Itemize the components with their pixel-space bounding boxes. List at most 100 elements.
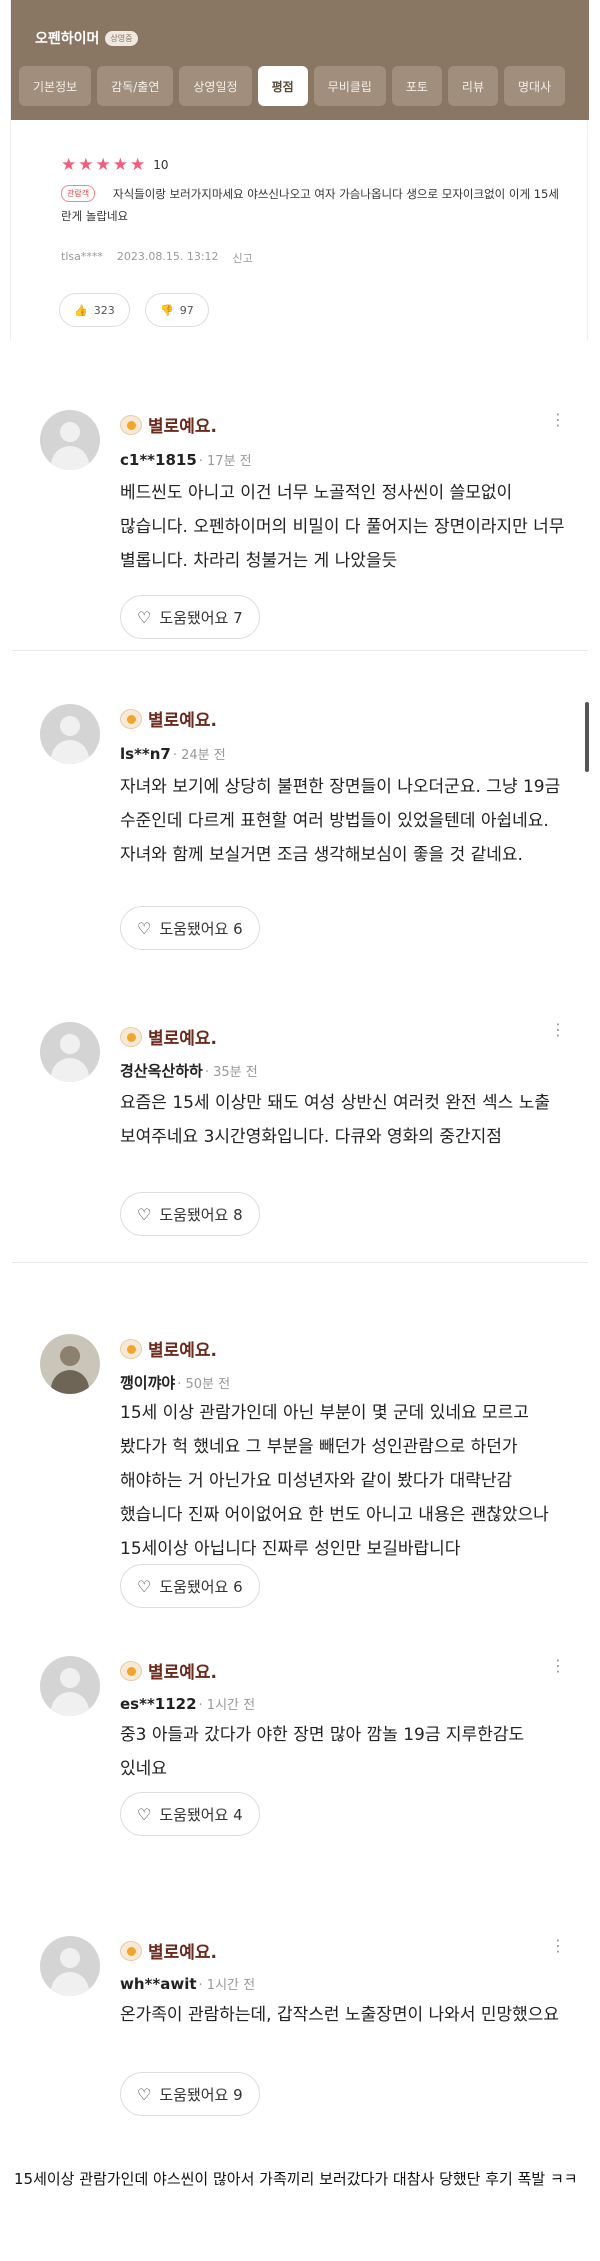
- egg-rating-icon: [120, 1338, 142, 1359]
- review-text: 15세 이상 관람가인데 아닌 부분이 몇 군데 있네요 모르고 봤다가 헉 했…: [120, 1403, 549, 1559]
- rating-row: 별로예요.: [120, 1658, 217, 1683]
- tab-schedule[interactable]: 상영일정: [179, 66, 252, 106]
- tab-rating[interactable]: 평점: [257, 66, 308, 106]
- helpful-label: 도움됐어요 4: [159, 1805, 243, 1824]
- rating-label: 별로예요.: [148, 711, 218, 731]
- movie-title-row: 오펜하이머 상영중: [35, 28, 138, 48]
- movie-title: 오펜하이머: [35, 31, 100, 47]
- movie-header: 오펜하이머 상영중 기본정보 감독/출연 상영일정 평점 무비클립 포토 리뷰 …: [11, 0, 589, 120]
- egg-rating-icon: [120, 708, 142, 729]
- helpful-button[interactable]: ♡ 도움됐어요 9: [120, 2072, 260, 2116]
- tab-bar: 기본정보 감독/출연 상영일정 평점 무비클립 포토 리뷰 명대사: [19, 66, 589, 106]
- egg-rating-icon: [120, 414, 142, 435]
- egg-rating-icon: [120, 1660, 142, 1681]
- helpful-button[interactable]: ♡ 도움됐어요 8: [120, 1192, 260, 1236]
- scrollbar[interactable]: [585, 702, 589, 772]
- rating-row: 별로예요.: [120, 1336, 217, 1361]
- now-showing-badge: 상영중: [105, 30, 138, 46]
- review-author: tlsa****: [61, 250, 103, 263]
- helpful-button[interactable]: ♡ 도움됐어요 6: [120, 1564, 260, 1608]
- heart-icon: ♡: [137, 1804, 152, 1824]
- more-options-icon[interactable]: ⋮: [550, 412, 566, 428]
- report-link[interactable]: 신고: [233, 250, 253, 266]
- heart-icon: ♡: [137, 2084, 152, 2104]
- tab-quotes[interactable]: 명대사: [504, 66, 566, 106]
- top-review: ★ ★ ★ ★ ★ 10 관람객 자식들이랑 보러가지마세요 야쓰신나오고 여자…: [11, 135, 589, 340]
- helpful-label: 도움됐어요 9: [159, 2085, 243, 2104]
- username: ls**n7: [120, 745, 171, 763]
- star-icon: ★: [95, 155, 111, 175]
- review-date: 2023.08.15. 13:12: [116, 250, 219, 263]
- user-row: es**1122 · 1시간 전: [120, 1694, 255, 1713]
- divider: [12, 650, 588, 651]
- rating-row: 별로예요.: [120, 1024, 217, 1049]
- rating-label: 별로예요.: [148, 1341, 218, 1361]
- avatar: [40, 1334, 100, 1394]
- avatar: [40, 704, 100, 764]
- heart-icon: ♡: [137, 918, 152, 938]
- rating-label: 별로예요.: [148, 417, 218, 437]
- star-icon: ★: [130, 155, 146, 175]
- review-text: 요즘은 15세 이상만 돼도 여성 상반신 여러컷 완전 섹스 노출 보여주네요…: [120, 1093, 550, 1147]
- star-icon: ★: [112, 155, 128, 175]
- rating-label: 별로예요.: [148, 1663, 218, 1683]
- more-options-icon[interactable]: ⋮: [550, 1938, 566, 1954]
- user-row: 경산옥산하하 · 35분 전: [120, 1060, 258, 1081]
- username: es**1122: [120, 1695, 197, 1713]
- review-meta: tlsa**** 2023.08.15. 13:12 신고: [61, 250, 253, 266]
- like-count: 323: [93, 303, 115, 317]
- timestamp: · 35분 전: [204, 1065, 258, 1080]
- username: 깽이꺄야: [120, 1374, 176, 1392]
- review-text: 온가족이 관람하는데, 갑작스런 노출장면이 나와서 민망했으요: [120, 2005, 560, 2025]
- heart-icon: ♡: [137, 607, 152, 627]
- review-text: 자식들이랑 보러가지마세요 야쓰신나오고 여자 가슴나옵니다 생으로 모자이크없…: [61, 187, 559, 223]
- helpful-label: 도움됐어요 8: [159, 1205, 243, 1224]
- timestamp: · 1시간 전: [198, 1698, 256, 1713]
- dislike-count: 97: [179, 303, 194, 317]
- rating-label: 별로예요.: [148, 1943, 218, 1963]
- more-options-icon[interactable]: ⋮: [550, 1022, 566, 1038]
- page: 오펜하이머 상영중 기본정보 감독/출연 상영일정 평점 무비클립 포토 리뷰 …: [0, 0, 600, 2261]
- timestamp: · 24분 전: [172, 748, 226, 763]
- egg-rating-icon: [120, 1940, 142, 1961]
- timestamp: · 50분 전: [177, 1377, 231, 1392]
- helpful-button[interactable]: ♡ 도움됐어요 7: [120, 595, 260, 639]
- rating-row: 별로예요.: [120, 706, 217, 731]
- more-options-icon[interactable]: ⋮: [550, 1658, 566, 1674]
- avatar: [40, 1656, 100, 1716]
- review-text: 자녀와 보기에 상당히 불편한 장면들이 나오더군요. 그냥 19금 수준인데 …: [120, 777, 561, 865]
- like-button[interactable]: 👍 323: [59, 293, 130, 327]
- helpful-label: 도움됐어요 6: [159, 919, 243, 938]
- timestamp: · 17분 전: [198, 454, 252, 469]
- tab-director-cast[interactable]: 감독/출연: [97, 66, 174, 106]
- tab-review[interactable]: 리뷰: [447, 66, 499, 106]
- review-text: 베드씬도 아니고 이건 너무 노골적인 정사씬이 쓸모없이 많습니다. 오펜하이…: [120, 483, 565, 571]
- tab-photo[interactable]: 포토: [391, 66, 442, 106]
- helpful-button[interactable]: ♡ 도움됐어요 6: [120, 906, 260, 950]
- avatar: [40, 1022, 100, 1082]
- tab-movie-clip[interactable]: 무비클립: [313, 66, 386, 106]
- heart-icon: ♡: [137, 1204, 152, 1224]
- star-icon: ★: [61, 155, 77, 175]
- user-row: wh**awit · 1시간 전: [120, 1974, 255, 1993]
- username: wh**awit: [120, 1975, 197, 1993]
- user-row: 깽이꺄야 · 50분 전: [120, 1372, 230, 1393]
- star-icon: ★: [78, 155, 94, 175]
- thumbs-up-icon: 👍: [74, 303, 88, 317]
- heart-icon: ♡: [137, 1576, 152, 1596]
- dislike-button[interactable]: 👎 97: [145, 293, 209, 327]
- post-caption: 15세이상 관람가인데 야스씬이 많아서 가족끼리 보러갔다가 대참사 당했단 …: [14, 2170, 578, 2188]
- helpful-button[interactable]: ♡ 도움됐어요 4: [120, 1792, 260, 1836]
- divider: [12, 1262, 588, 1263]
- user-row: c1**1815 · 17분 전: [120, 450, 252, 469]
- username: 경산옥산하하: [120, 1062, 203, 1080]
- helpful-label: 도움됐어요 6: [159, 1577, 243, 1596]
- star-score: 10: [153, 158, 169, 172]
- thumbs-down-icon: 👎: [160, 303, 174, 317]
- tab-basic-info[interactable]: 기본정보: [19, 66, 92, 106]
- rating-label: 별로예요.: [148, 1029, 218, 1049]
- avatar: [40, 1936, 100, 1996]
- movie-review-card: 오펜하이머 상영중 기본정보 감독/출연 상영일정 평점 무비클립 포토 리뷰 …: [10, 0, 589, 340]
- rating-row: 별로예요.: [120, 412, 217, 437]
- egg-rating-icon: [120, 1026, 142, 1047]
